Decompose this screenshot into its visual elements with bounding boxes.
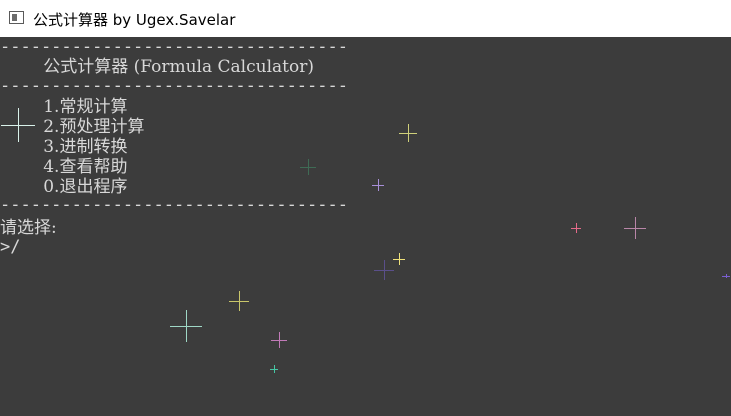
title-bar[interactable]: 公式计算器 by Ugex.Savelar [0,0,731,37]
divider-header: ---------------------------------- [0,76,348,96]
menu-item-4: 4.查看帮助 [0,157,128,177]
header-title: 公式计算器 (Formula Calculator) [0,57,314,77]
app-window: 公式计算器 by Ugex.Savelar ------------------… [0,0,731,416]
console-area[interactable]: ---------------------------------- 公式计算器… [0,37,731,416]
menu-item-1: 1.常规计算 [0,97,128,117]
menu-item-0: 0.退出程序 [0,177,128,197]
divider-top: ---------------------------------- [0,37,348,57]
menu-item-3: 3.进制转换 [0,137,128,157]
divider-bottom: ---------------------------------- [0,195,348,215]
prompt-label: 请选择: [0,218,57,238]
menu-item-2: 2.预处理计算 [0,117,145,137]
input-line[interactable]: >/ [0,237,20,257]
console-window-icon [9,11,24,24]
window-title: 公式计算器 by Ugex.Savelar [33,11,236,29]
